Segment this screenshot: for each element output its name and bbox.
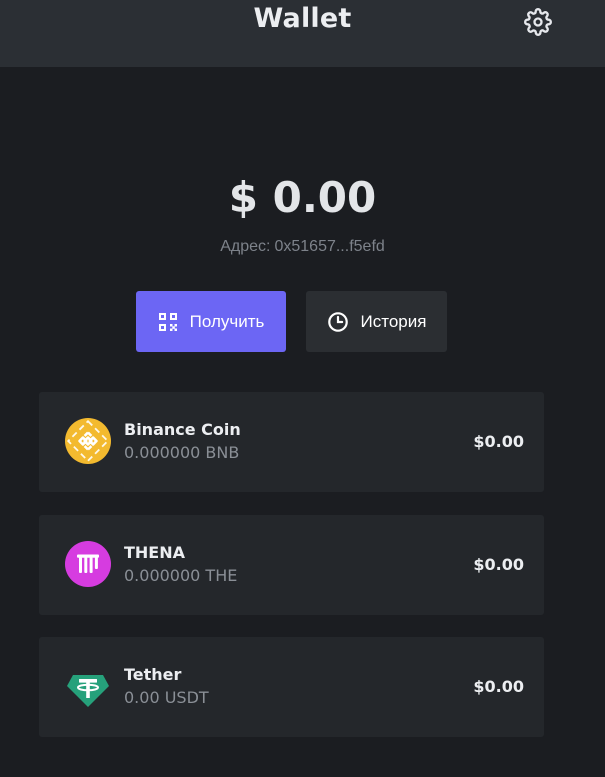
total-balance: $ 0.00 [228,173,377,222]
token-name: Binance Coin [124,420,241,439]
address-value[interactable]: 0x51657...f5efd [274,238,384,255]
clock-icon [327,311,349,333]
token-row-tether[interactable]: Tether 0.00 USDT $0.00 [39,637,544,737]
app-header: Wallet [0,0,605,67]
settings-button[interactable] [522,6,554,38]
thena-logo-icon [65,541,111,587]
token-name: THENA [124,543,186,562]
bnb-logo-icon [65,418,111,464]
token-row-bnb[interactable]: Binance Coin 0.000000 BNB $0.00 [39,392,544,492]
history-label: История [360,311,427,331]
qr-code-icon [158,312,178,332]
token-value: $0.00 [473,677,524,696]
token-row-thena[interactable]: THENA 0.000000 THE $0.00 [39,515,544,615]
gear-icon [524,8,552,36]
token-amount: 0.000000 THE [124,566,238,585]
token-value: $0.00 [473,432,524,451]
token-name: Tether [124,665,182,684]
address-label: Адрес: [220,238,271,255]
receive-button[interactable]: Получить [136,291,286,352]
history-button[interactable]: История [306,291,447,352]
receive-label: Получить [189,311,265,331]
token-amount: 0.00 USDT [124,688,209,707]
wallet-address: Адрес: 0x51657...f5efd [0,238,605,256]
tether-logo-icon [65,663,111,709]
page-title: Wallet [253,3,352,34]
token-amount: 0.000000 BNB [124,443,240,462]
token-value: $0.00 [473,555,524,574]
